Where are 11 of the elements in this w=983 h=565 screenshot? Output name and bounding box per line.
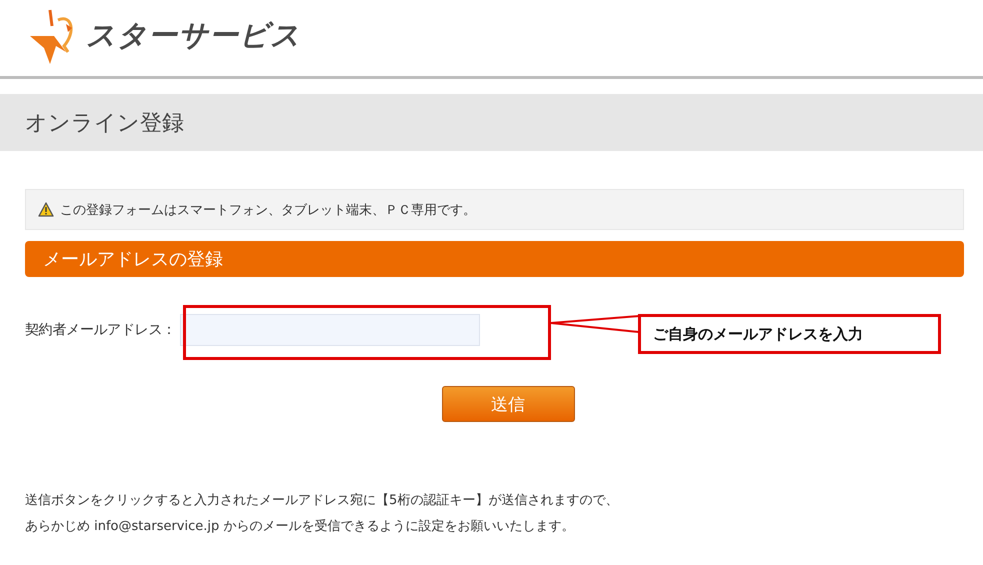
notice-text: この登録フォームはスマートフォン、タブレット端末、ＰＣ専用です。 <box>60 202 476 218</box>
email-field[interactable] <box>180 314 480 346</box>
warning-icon <box>38 202 54 217</box>
info-text: 送信ボタンをクリックすると入力されたメールアドレス宛に【5桁の認証キー】が送信されますので、 <box>25 492 620 510</box>
callout-text: ご自身のメールアドレスを入力 <box>653 324 863 344</box>
logo-text: スターサービス <box>86 17 301 54</box>
page-title: オンライン登録 <box>25 110 184 138</box>
info-text: あらかじめ info@starservice.jp からのメールを受信できるように設定をお願いいたします。 <box>25 518 576 536</box>
section-title: メールアドレスの登録 <box>43 248 223 271</box>
submit-button[interactable]: 送信 <box>442 386 574 422</box>
field-label: 契約者メールアドレス： <box>25 321 176 339</box>
